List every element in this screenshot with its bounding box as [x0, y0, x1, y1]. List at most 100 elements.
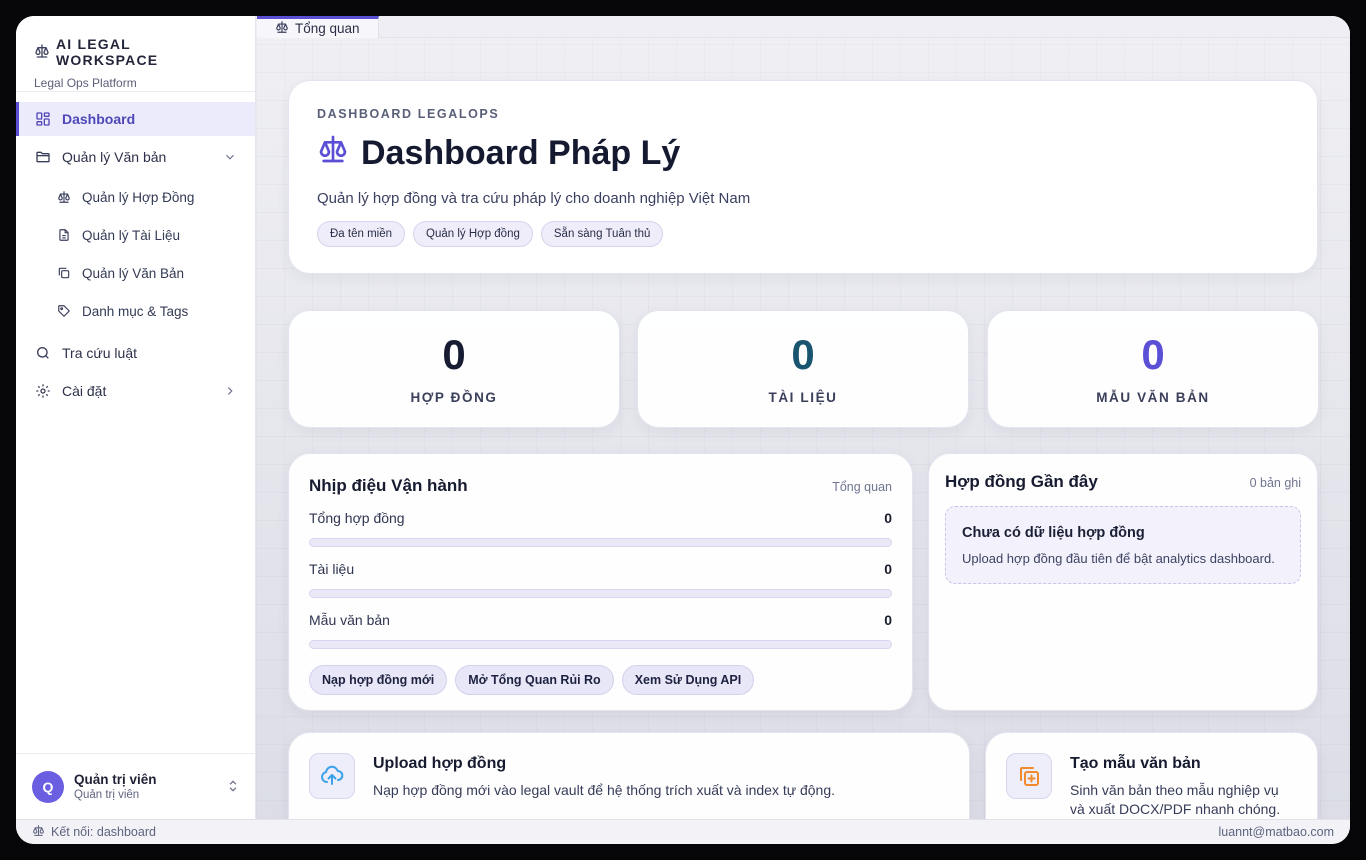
app-window: AI LEGAL WORKSPACE Legal Ops Platform Da… [16, 16, 1350, 844]
scale-icon [32, 824, 45, 840]
stat-label: TÀI LIỆU [768, 389, 838, 405]
sidebar-item-label: Quản lý Văn bản [62, 149, 167, 165]
stat-card-templates[interactable]: 0 MẪU VĂN BẢN [987, 310, 1319, 428]
upload-icon [309, 753, 355, 799]
grid-icon [34, 110, 52, 128]
page-title-text: Dashboard Pháp Lý [361, 134, 681, 172]
metric-label: Tổng hợp đồng [309, 510, 405, 526]
user-name: Quản trị viên [74, 772, 157, 787]
metric-label: Tài liệu [309, 561, 355, 577]
sidebar-item-label: Quản lý Văn Bản [82, 265, 185, 281]
status-bar: Kết nối: dashboard luannt@matbao.com [16, 819, 1350, 844]
sidebar-subitem-contracts[interactable]: Quản lý Hợp Đồng [16, 178, 255, 216]
sidebar-item-label: Tra cứu luật [62, 345, 137, 361]
sidebar-item-label: Cài đặt [62, 383, 107, 399]
scale-icon [317, 133, 349, 174]
progress-bar [309, 589, 892, 598]
metric-label: Mẫu văn bản [309, 612, 390, 628]
scale-icon [34, 43, 50, 62]
stat-label: MẪU VĂN BẢN [1096, 389, 1210, 405]
sidebar-item-label: Quản lý Hợp Đồng [82, 189, 195, 205]
gear-icon [34, 382, 52, 400]
stat-value: 0 [442, 330, 466, 378]
page-title: Dashboard Pháp Lý [317, 133, 1289, 174]
stat-value: 0 [1141, 330, 1165, 378]
action-title: Tạo mẫu văn bản [1070, 755, 1201, 772]
brand-subtitle: Legal Ops Platform [34, 76, 137, 90]
empty-state: Chưa có dữ liệu hợp đồng Upload hợp đồng… [945, 506, 1301, 584]
chevron-up-down-icon[interactable] [226, 778, 240, 794]
chip-multi-domain: Đa tên miền [317, 221, 406, 247]
sidebar-item-settings[interactable]: Cài đặt [16, 374, 255, 408]
recent-contracts-card: Hợp đồng Gần đây 0 bản ghi Chưa có dữ li… [928, 453, 1318, 711]
upload-contract-button[interactable]: Nạp hợp đồng mới [309, 665, 448, 695]
stat-card-documents[interactable]: 0 TÀI LIỆU [637, 310, 969, 428]
action-subtitle: Sinh văn bản theo mẫu nghiệp vụ và xuất … [1070, 782, 1281, 817]
hero-subtitle: Quản lý hợp đồng và tra cứu pháp lý cho … [317, 190, 751, 207]
upload-contract-card[interactable]: Upload hợp đồng Nạp hợp đồng mới vào leg… [288, 732, 970, 819]
main-content: Tổng quan DASHBOARD LEGALOPS Dashboard P… [256, 16, 1350, 819]
user-profile[interactable]: Q Quản trị viên Quản trị viên [16, 753, 256, 819]
empty-state-title: Chưa có dữ liệu hợp đồng [962, 525, 1145, 541]
stat-label: HỢP ĐỒNG [410, 389, 498, 405]
action-title: Upload hợp đồng [373, 755, 507, 772]
scale-icon [56, 189, 72, 205]
scale-icon [275, 20, 289, 37]
tab-label: Tổng quan [295, 21, 360, 36]
tab-bar: Tổng quan [256, 16, 1350, 38]
sidebar-subitem-documents[interactable]: Quản lý Văn Bản [16, 254, 255, 292]
operations-tag: Tổng quan [832, 480, 892, 494]
risk-overview-button[interactable]: Mở Tổng Quan Rủi Ro [455, 665, 614, 695]
folder-icon [34, 148, 52, 166]
metric-value: 0 [884, 612, 892, 628]
action-subtitle: Nạp hợp đồng mới vào legal vault để hệ t… [373, 782, 836, 798]
operations-title: Nhịp điệu Vận hành [309, 476, 468, 495]
metric-documents: Tài liệu 0 [309, 561, 892, 598]
chevron-down-icon[interactable] [223, 150, 237, 164]
sidebar-item-label: Danh mục & Tags [82, 303, 189, 319]
api-usage-button[interactable]: Xem Sử Dụng API [621, 665, 755, 695]
user-role: Quản trị viên [74, 789, 140, 801]
brand: AI LEGAL WORKSPACE Legal Ops Platform [16, 16, 255, 92]
stat-card-contracts[interactable]: 0 HỢP ĐỒNG [288, 310, 620, 428]
progress-bar [309, 538, 892, 547]
copy-icon [56, 265, 72, 281]
chip-compliance-ready: Sẵn sàng Tuân thủ [540, 221, 664, 247]
stat-value: 0 [791, 330, 815, 378]
file-icon [56, 227, 72, 243]
sidebar-nav: Dashboard Quản lý Văn bản Quản lý Hợp Đồ… [16, 92, 255, 408]
tag-icon [56, 303, 72, 319]
operations-card: Nhịp điệu Vận hành Tổng quan Tổng hợp đồ… [288, 453, 913, 711]
sidebar: AI LEGAL WORKSPACE Legal Ops Platform Da… [16, 16, 256, 819]
brand-name: AI LEGAL WORKSPACE [56, 36, 159, 68]
search-icon [34, 344, 52, 362]
progress-bar [309, 640, 892, 649]
metric-contracts: Tổng hợp đồng 0 [309, 510, 892, 547]
create-template-card[interactable]: Tạo mẫu văn bản Sinh văn bản theo mẫu ng… [985, 732, 1318, 819]
sidebar-item-document-management[interactable]: Quản lý Văn bản [16, 140, 255, 174]
avatar: Q [32, 770, 64, 803]
sidebar-subitem-tags[interactable]: Danh mục & Tags [16, 292, 255, 330]
metric-value: 0 [884, 561, 892, 577]
tab-overview[interactable]: Tổng quan [257, 16, 379, 38]
sidebar-item-dashboard[interactable]: Dashboard [16, 102, 255, 136]
metric-value: 0 [884, 510, 892, 526]
connection-status: Kết nối: dashboard [51, 825, 156, 839]
user-email: luannt@matbao.com [1218, 825, 1334, 839]
brand-title[interactable]: AI LEGAL WORKSPACE [34, 36, 237, 68]
copy-plus-icon [1006, 753, 1052, 799]
hero-card: DASHBOARD LEGALOPS Dashboard Pháp Lý Quả… [288, 80, 1318, 274]
sidebar-item-label: Dashboard [62, 111, 136, 127]
chip-contract-management: Quản lý Hợp đồng [413, 221, 533, 247]
sidebar-item-law-search[interactable]: Tra cứu luật [16, 336, 255, 370]
sidebar-subitem-files[interactable]: Quản lý Tài Liệu [16, 216, 255, 254]
empty-state-subtitle: Upload hợp đồng đầu tiên để bật analytic… [962, 551, 1275, 566]
operations-actions: Nạp hợp đồng mới Mở Tổng Quan Rủi Ro Xem… [309, 665, 892, 695]
sidebar-item-label: Quản lý Tài Liệu [82, 227, 181, 243]
recent-contracts-title: Hợp đồng Gần đây [945, 472, 1098, 491]
chevron-right-icon[interactable] [223, 384, 237, 398]
feature-chips: Đa tên miền Quản lý Hợp đồng Sẵn sàng Tu… [317, 221, 1289, 247]
metric-templates: Mẫu văn bản 0 [309, 612, 892, 649]
recent-contracts-count: 0 bản ghi [1249, 476, 1301, 490]
hero-eyebrow: DASHBOARD LEGALOPS [317, 107, 500, 121]
